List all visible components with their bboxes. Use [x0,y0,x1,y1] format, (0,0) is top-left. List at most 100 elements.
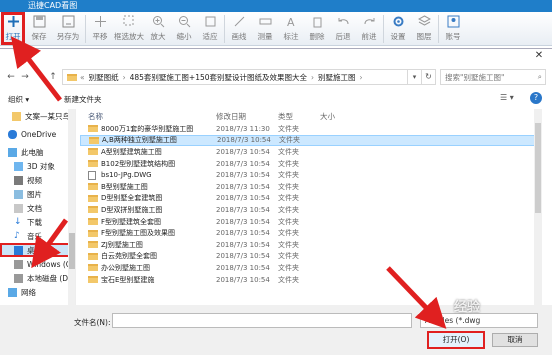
help-icon[interactable]: ? [530,92,542,104]
save-as-button[interactable]: 另存为 [52,12,84,46]
file-type: 文件夹 [278,159,299,168]
file-name: ZJ别墅施工图 [101,240,143,249]
layers-button[interactable]: 图层 [411,12,437,46]
annotate-label: 标注 [283,32,299,41]
sidebar-item-network[interactable]: 网络 [0,285,75,299]
pan-icon [94,16,106,27]
fit-button[interactable]: 适应 [197,12,223,46]
zoom-window-button[interactable]: 框选放大 [113,12,145,46]
file-name: B102型别墅建筑结构图 [101,159,176,168]
forward-arrow-icon[interactable]: → [18,70,32,84]
scrollbar-thumb[interactable] [69,233,75,269]
chevron-right-icon: › [122,72,126,82]
file-row[interactable]: F型别墅建筑全套图 2018/7/3 10:54 文件夹 [80,216,542,228]
file-type: 文件夹 [278,240,299,249]
file-name-cell: F型别墅建筑全套图 [80,217,202,227]
file-list-scrollbar[interactable] [534,109,542,305]
toolbar-separator [224,15,225,43]
file-row[interactable]: bs10-JPg.DWG 2018/7/3 10:54 文件夹 [80,169,542,181]
sidebar-item-this-pc[interactable]: 此电脑 [0,145,75,159]
cancel-button[interactable]: 取消 [492,333,538,347]
sidebar-item-windows-c[interactable]: Windows (C [0,257,75,271]
close-icon[interactable]: ✕ [532,49,546,63]
pan-label: 平移 [92,32,108,41]
sidebar-item-pictures[interactable]: 图片 [0,187,75,201]
filename-input[interactable] [112,313,412,328]
save-icon [33,15,45,28]
annotate-button[interactable]: A 标注 [278,12,304,46]
file-name-cell: 宝石E型别墅建施 [80,275,202,285]
sidebar-item-downloads[interactable]: ↓ 下载 [0,215,75,229]
breadcrumb-item[interactable]: 别墅图纸 [89,72,119,83]
sidebar-item-desktop[interactable]: 桌面 [0,243,75,257]
sidebar-item-onedrive[interactable]: OneDrive [0,127,75,141]
file-row[interactable]: F型别墅施工图及效果图 2018/7/3 10:54 文件夹 [80,227,542,239]
file-type: 文件夹 [278,182,299,191]
file-row[interactable]: 办公别墅施工图 2018/7/3 10:54 文件夹 [80,262,542,274]
file-row[interactable]: B型别墅施工图 2018/7/3 10:54 文件夹 [80,181,542,193]
delete-button[interactable]: 删除 [304,12,330,46]
zoom-in-button[interactable]: 放大 [145,12,171,46]
back-arrow-icon[interactable]: ← [4,70,18,84]
account-button[interactable]: 账号 [440,12,466,46]
settings-label: 设置 [390,32,406,41]
sidebar-item-local-disk-d[interactable]: 本地磁盘 (D: [0,271,75,285]
breadcrumb-item[interactable]: 别墅施工图 [318,72,356,83]
file-rows: 8000万1套的豪华别墅施工图 2018/7/3 11:30 文件夹 A,B两种独立别… [80,123,542,285]
file-row[interactable]: 宝石E型别墅建施 2018/7/3 10:54 文件夹 [80,274,542,286]
file-row[interactable]: D型别墅全套建筑图 2018/7/3 10:54 文件夹 [80,193,542,205]
redo-button[interactable]: 前进 [356,12,382,46]
file-row[interactable]: B102型别墅建筑结构图 2018/7/3 10:54 文件夹 [80,158,542,170]
scrollbar-thumb[interactable] [535,123,541,213]
filetype-select[interactable]: All Files (*.dwg [420,313,538,328]
chevron-down-icon[interactable]: ˅ [32,70,46,84]
sidebar-item-documents[interactable]: 文档 [0,201,75,215]
column-header-size[interactable]: 大小 [312,111,352,122]
sidebar-item-label: Windows (C [27,259,72,269]
file-row[interactable]: ZJ别墅施工图 2018/7/3 10:54 文件夹 [80,239,542,251]
download-icon: ↓ [14,216,22,227]
toolbar-separator [383,15,384,43]
column-header-type[interactable]: 类型 [268,111,312,122]
open-file-button[interactable]: 打开(O) [427,331,485,349]
file-date: 2018/7/3 10:54 [217,136,271,145]
zoom-out-button[interactable]: 缩小 [171,12,197,46]
up-arrow-icon[interactable]: ↑ [46,70,60,84]
folder-icon [88,125,98,133]
sidebar-item-文案[interactable]: 文案—某只鸟 [0,109,75,123]
column-header-name[interactable]: 名称 [80,111,202,122]
delete-icon [313,17,321,28]
sidebar-item-label: 文案—某只鸟 [25,111,70,121]
draw-line-button[interactable]: 画线 [226,12,252,46]
breadcrumb-item[interactable]: 485套别墅施工图+150套别墅设计图纸及效果图大全 [130,72,307,83]
sidebar-item-music[interactable]: ♪ 音乐 [0,229,75,243]
pan-button[interactable]: 平移 [87,12,113,46]
file-name-cell: ZJ别墅施工图 [80,240,202,250]
undo-button[interactable]: 后退 [330,12,356,46]
sidebar-item-videos[interactable]: 视频 [0,173,75,187]
redo-label: 前进 [361,32,377,41]
redo-icon [364,18,374,25]
file-date: 2018/7/3 10:54 [216,263,270,272]
file-row[interactable]: 白云苑别墅全套图 2018/7/3 10:54 文件夹 [80,251,542,263]
file-row[interactable]: A,B两种独立别墅施工图 2018/7/3 10:54 文件夹 [80,134,542,147]
sidebar-scrollbar[interactable] [68,109,75,305]
settings-button[interactable]: 设置 [385,12,411,46]
file-date: 2018/7/3 10:54 [216,217,270,226]
address-bar[interactable]: « 别墅图纸 › 485套别墅施工图+150套别墅设计图纸及效果图大全 › 别墅… [62,69,408,85]
command-bar: 组织 ▾ 新建文件夹 ☰ ▾ ? [0,91,552,107]
column-header-date[interactable]: 修改日期 [202,111,268,122]
search-placeholder: 搜索"别墅施工图" [445,72,505,82]
address-dropdown-icon[interactable]: ▾ [408,69,422,85]
refresh-icon[interactable]: ↻ [422,69,436,85]
save-button[interactable]: 保存 [26,12,52,46]
measure-button[interactable]: 测量 [252,12,278,46]
search-input[interactable]: 搜索"别墅施工图" ⌕ [440,69,546,85]
file-row[interactable]: A型别墅建筑施工图 2018/7/3 10:54 文件夹 [80,146,542,158]
new-folder-button[interactable]: 新建文件夹 [64,94,102,105]
file-row[interactable]: D型双拼别墅施工图 2018/7/3 10:54 文件夹 [80,204,542,216]
sidebar-item-3d-objects[interactable]: 3D 对象 [0,159,75,173]
file-row[interactable]: 8000万1套的豪华别墅施工图 2018/7/3 11:30 文件夹 [80,123,542,135]
organize-menu[interactable]: 组织 ▾ [8,94,29,105]
view-options-icon[interactable]: ☰ ▾ [500,93,514,102]
